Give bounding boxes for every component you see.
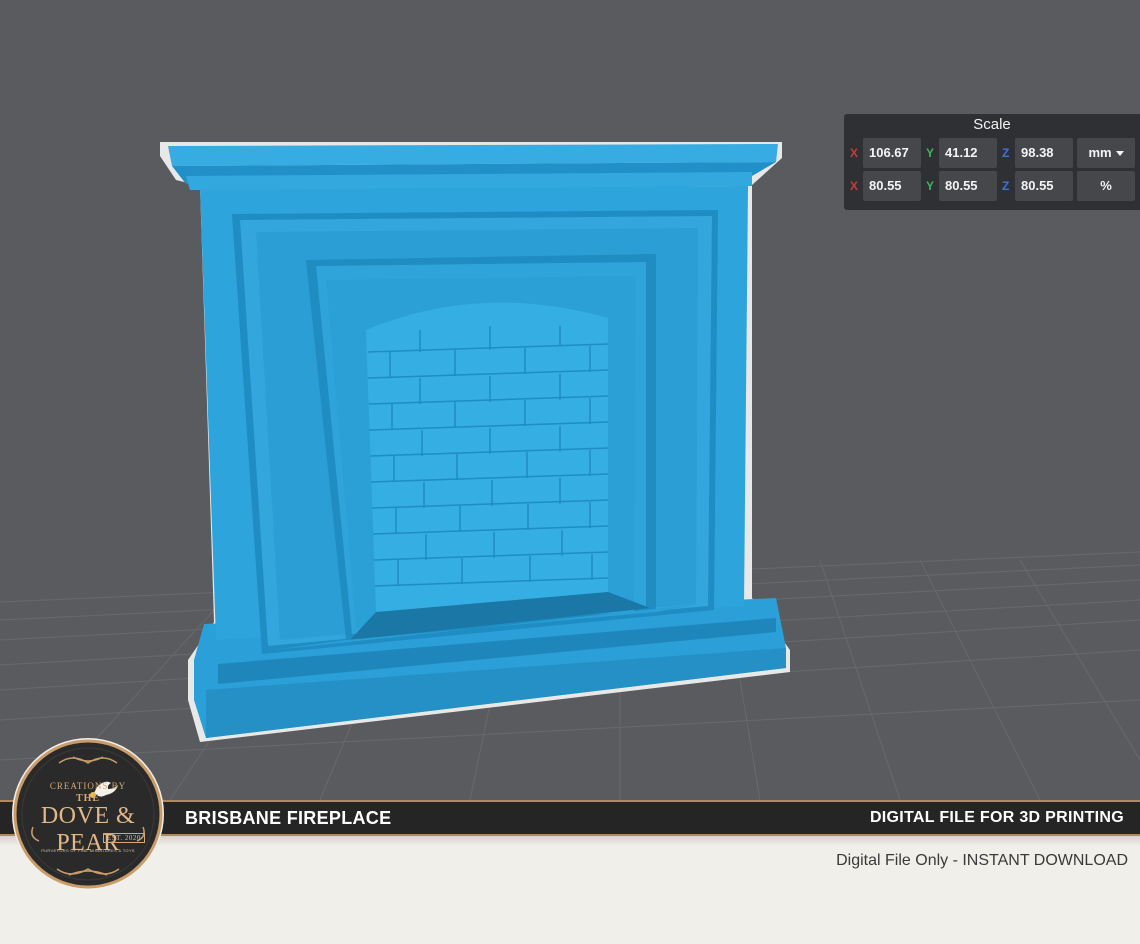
file-type-label: DIGITAL FILE FOR 3D PRINTING bbox=[869, 809, 1124, 826]
scale-y-mm-input[interactable]: 41.12 bbox=[939, 138, 997, 168]
scale-y-percent-input[interactable]: 80.55 bbox=[939, 171, 997, 201]
product-title: BRISBANE FIREPLACE bbox=[185, 808, 392, 828]
scale-panel-title: Scale bbox=[973, 116, 1011, 133]
3d-viewport[interactable]: Scale X 106.67 Y 41.12 Z 98.38 mm X 80.5… bbox=[0, 0, 1140, 800]
percent-unit-label: % bbox=[1077, 171, 1135, 201]
logo-creations-by: CREATIONS BY bbox=[49, 781, 127, 791]
download-note: Digital File Only - INSTANT DOWNLOAD bbox=[836, 852, 1128, 869]
brand-logo: CREATIONS BY THE DOVE & PEAR EST. 2020 P… bbox=[11, 737, 165, 891]
unit-dropdown[interactable]: mm bbox=[1077, 138, 1135, 168]
unit-dropdown-label: mm bbox=[1088, 145, 1112, 160]
x-axis-label: X bbox=[850, 146, 859, 160]
logo-established: EST. 2020 bbox=[103, 833, 145, 843]
product-banner: BRISBANE FIREPLACE DIGITAL FILE FOR 3D P… bbox=[0, 800, 1140, 836]
scale-z-percent-input[interactable]: 80.55 bbox=[1015, 171, 1073, 201]
scale-x-percent-input[interactable]: 80.55 bbox=[863, 171, 921, 201]
scale-panel: Scale X 106.67 Y 41.12 Z 98.38 mm X 80.5… bbox=[844, 114, 1140, 210]
z-axis-label: Z bbox=[1002, 146, 1010, 160]
logo-tagline: PURVEYORS OF FINE MINIATURES & TOYS bbox=[41, 848, 135, 853]
chevron-down-icon bbox=[1115, 151, 1124, 157]
x-axis-label: X bbox=[850, 179, 859, 193]
z-axis-label: Z bbox=[1002, 179, 1010, 193]
scale-z-mm-input[interactable]: 98.38 bbox=[1015, 138, 1073, 168]
fireplace-model bbox=[168, 144, 786, 738]
y-axis-label: Y bbox=[926, 146, 935, 160]
banner-shadow bbox=[0, 836, 1140, 846]
scale-x-mm-input[interactable]: 106.67 bbox=[863, 138, 921, 168]
y-axis-label: Y bbox=[926, 179, 935, 193]
